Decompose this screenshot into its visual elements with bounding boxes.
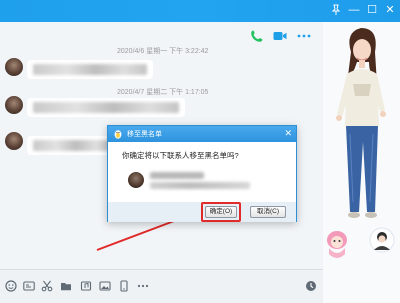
qq-penguin-icon [114, 130, 122, 139]
cancel-button[interactable]: 取消(C) [250, 206, 286, 218]
blacklist-dialog: 移至黑名单 ✕ 你确定将以下联系人移至黑名单吗? 确定(O) 取消(C) [107, 125, 297, 222]
dialog-title-bar: 移至黑名单 ✕ [108, 126, 296, 142]
contact-info-redacted [150, 182, 250, 189]
dialog-title: 移至黑名单 [127, 131, 162, 138]
dialog-question: 你确定将以下联系人移至黑名单吗? [122, 151, 239, 160]
dialog-close-button[interactable]: ✕ [284, 128, 292, 139]
dialog-footer: 确定(O) 取消(C) [108, 202, 296, 222]
contact-avatar [128, 172, 144, 188]
ok-button[interactable]: 确定(O) [205, 206, 237, 218]
contact-name-redacted [150, 172, 204, 179]
